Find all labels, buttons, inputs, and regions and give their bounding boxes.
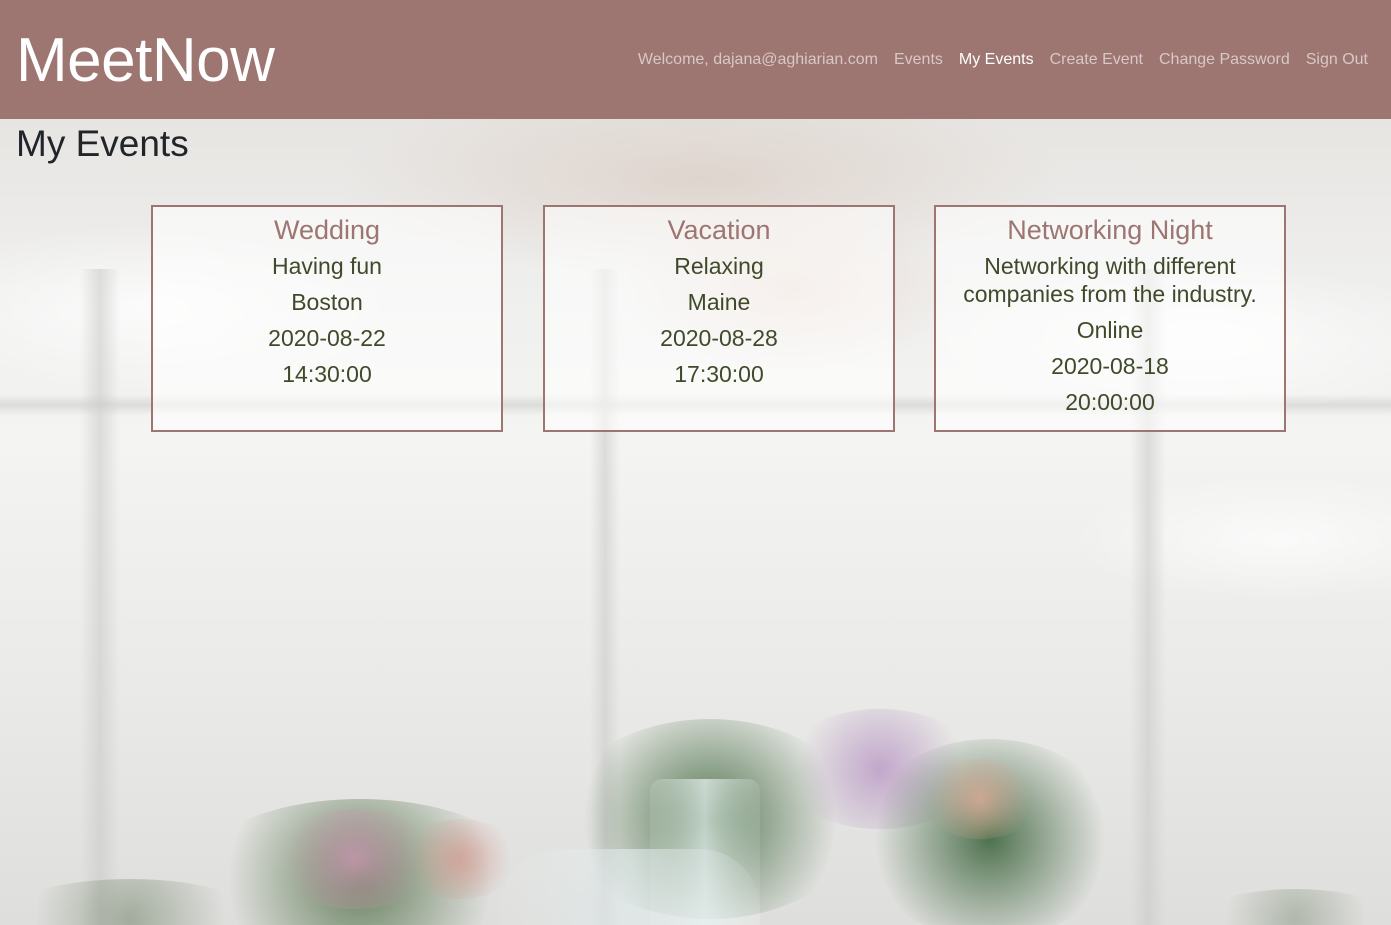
nav-link-sign-out[interactable]: Sign Out (1306, 51, 1368, 69)
event-card-wedding[interactable]: Wedding Having fun Boston 2020-08-22 14:… (151, 205, 503, 432)
event-description: Networking with different companies from… (963, 253, 1257, 307)
event-description: Having fun (272, 253, 382, 279)
event-description: Relaxing (674, 253, 764, 279)
nav-links: Welcome, dajana@aghiarian.com Events My … (638, 51, 1368, 69)
event-location: Boston (291, 289, 363, 315)
event-title: Vacation (667, 215, 771, 245)
nav-link-change-password[interactable]: Change Password (1159, 51, 1290, 69)
nav-link-events[interactable]: Events (894, 51, 943, 69)
nav-link-create-event[interactable]: Create Event (1050, 51, 1143, 69)
event-location: Maine (687, 289, 751, 315)
event-title: Networking Night (1007, 215, 1213, 245)
event-card-networking-night[interactable]: Networking Night Networking with differe… (934, 205, 1286, 432)
event-date: 2020-08-28 (660, 325, 778, 351)
nav-link-my-events[interactable]: My Events (959, 51, 1034, 69)
event-time: 17:30:00 (674, 361, 764, 387)
welcome-text: Welcome, dajana@aghiarian.com (637, 50, 878, 68)
event-time: 20:00:00 (1065, 389, 1155, 415)
event-title: Wedding (273, 215, 381, 245)
brand-logo[interactable]: MeetNow (16, 29, 275, 92)
event-date: 2020-08-22 (268, 325, 386, 351)
event-time: 14:30:00 (282, 361, 372, 387)
event-card-vacation[interactable]: Vacation Relaxing Maine 2020-08-28 17:30… (543, 205, 895, 432)
event-location: Online (1076, 317, 1144, 343)
navbar: MeetNow Welcome, dajana@aghiarian.com Ev… (0, 0, 1391, 119)
event-date: 2020-08-18 (1051, 353, 1169, 379)
page-title: My Events (16, 123, 189, 164)
